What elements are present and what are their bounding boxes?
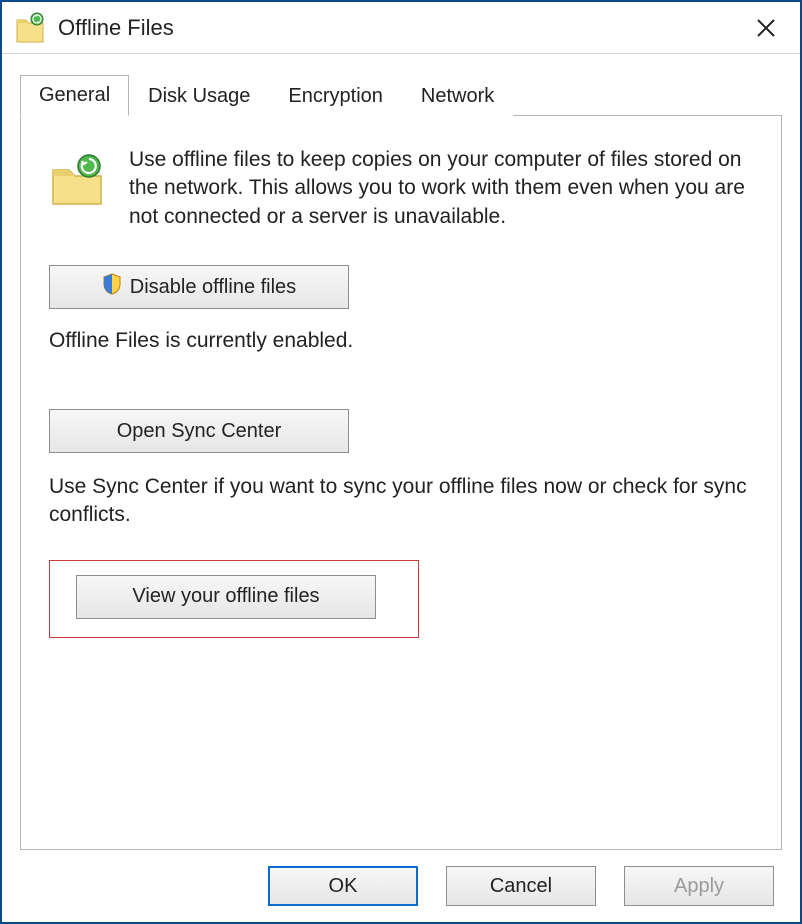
tab-general[interactable]: General (20, 75, 129, 116)
disable-button-label: Disable offline files (130, 276, 296, 299)
offline-files-icon (16, 12, 44, 44)
close-button[interactable] (746, 8, 786, 48)
open-sync-center-button[interactable]: Open Sync Center (49, 409, 349, 453)
disable-offline-files-button[interactable]: Disable offline files (49, 265, 349, 309)
content-area: General Disk Usage Encryption Network Us… (2, 54, 800, 850)
tab-encryption[interactable]: Encryption (269, 76, 402, 116)
sync-description: Use Sync Center if you want to sync your… (49, 473, 753, 530)
offline-status-text: Offline Files is currently enabled. (49, 329, 753, 353)
intro-text: Use offline files to keep copies on your… (129, 146, 753, 231)
tab-disk-usage[interactable]: Disk Usage (129, 76, 269, 116)
apply-button: Apply (624, 866, 774, 906)
dialog-footer: OK Cancel Apply (2, 850, 800, 922)
tab-network[interactable]: Network (402, 76, 513, 116)
window-title: Offline Files (58, 15, 746, 41)
offline-files-dialog: Offline Files General Disk Usage Encrypt… (0, 0, 802, 924)
shield-icon (102, 273, 122, 301)
view-offline-files-button[interactable]: View your offline files (76, 575, 376, 619)
intro-row: Use offline files to keep copies on your… (49, 146, 753, 231)
view-offline-highlight: View your offline files (49, 560, 419, 638)
open-sync-button-label: Open Sync Center (117, 420, 282, 443)
ok-button[interactable]: OK (268, 866, 418, 906)
folder-sync-icon (49, 152, 105, 208)
tab-panel-general: Use offline files to keep copies on your… (20, 115, 782, 850)
titlebar: Offline Files (2, 2, 800, 54)
tab-bar: General Disk Usage Encryption Network (20, 74, 782, 115)
view-button-label: View your offline files (132, 585, 319, 608)
cancel-button[interactable]: Cancel (446, 866, 596, 906)
